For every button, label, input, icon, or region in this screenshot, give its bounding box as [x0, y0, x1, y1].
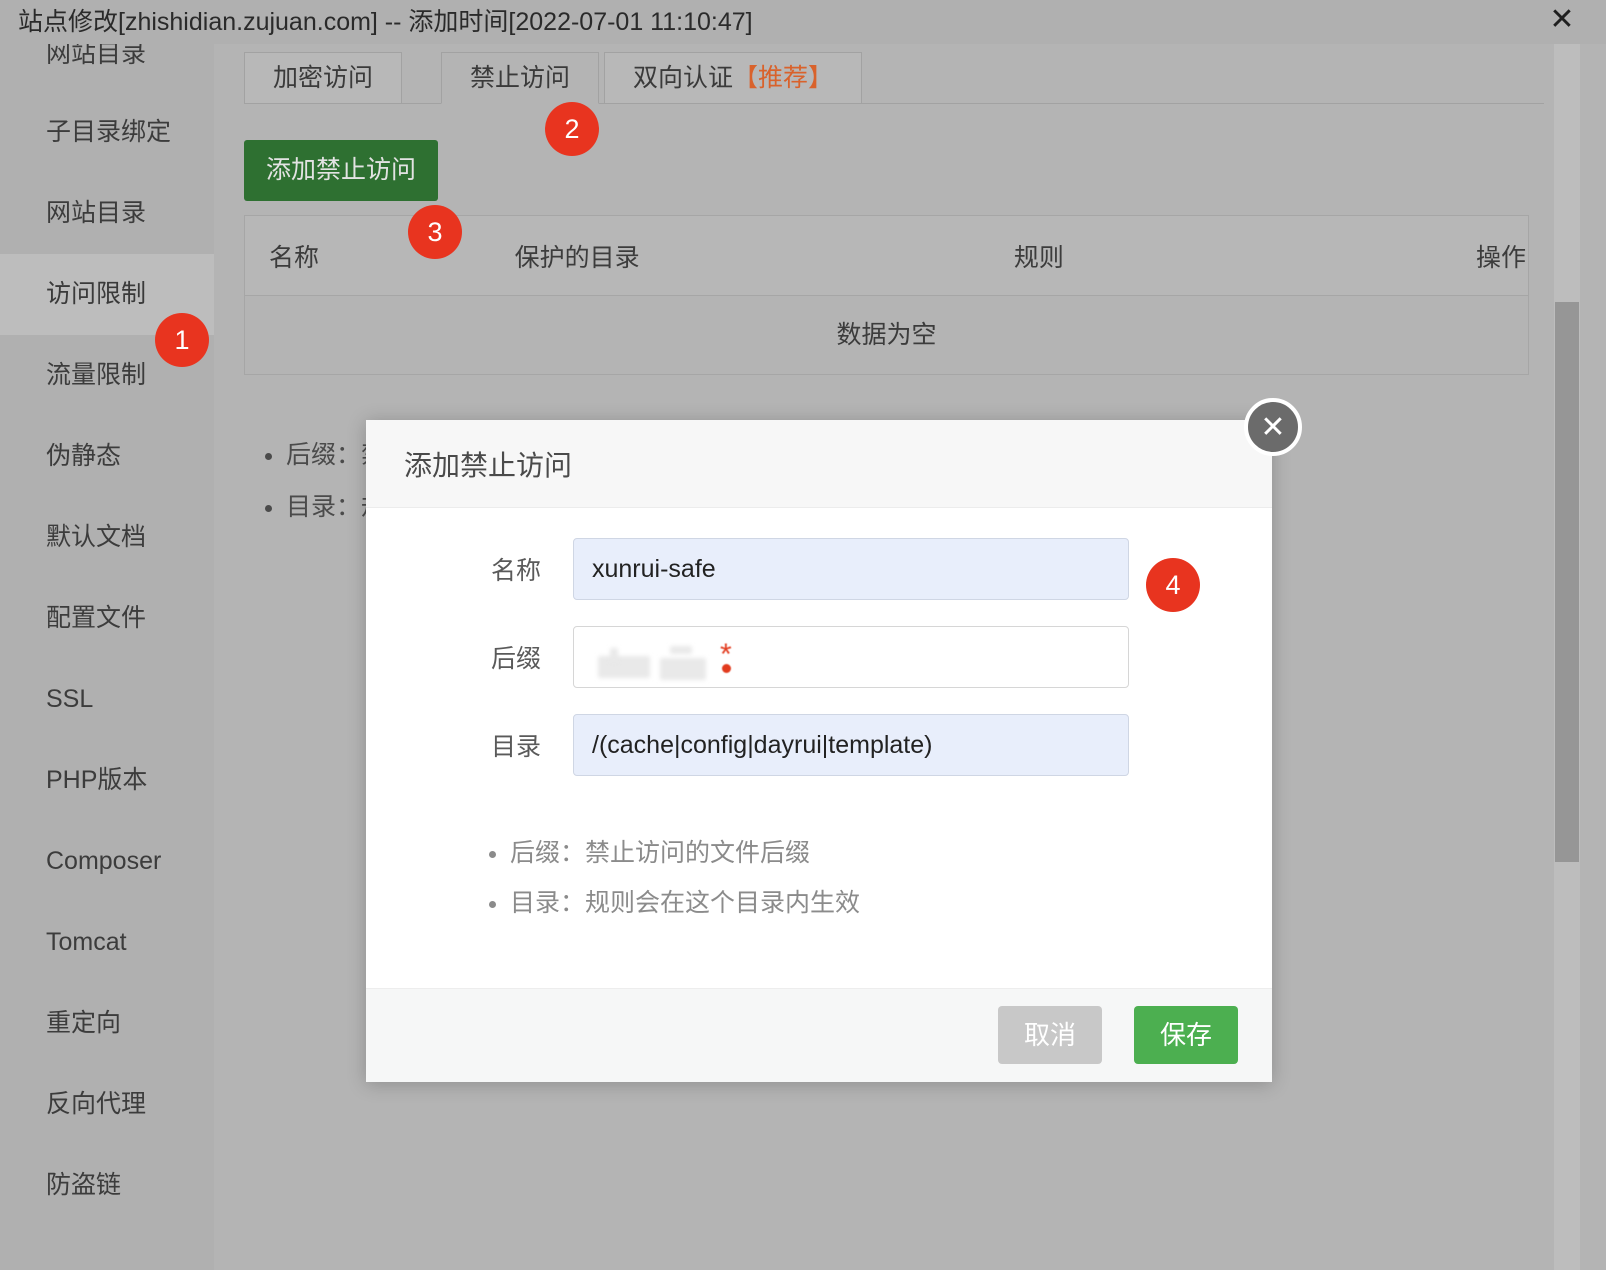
sidebar-item-label: Tomcat [46, 928, 127, 956]
sidebar-item-label: 网站目录 [46, 44, 147, 68]
sidebar-item-label: 访问限制 [46, 280, 147, 308]
save-button[interactable]: 保存 [1133, 1006, 1238, 1064]
sidebar-item-reverse-proxy[interactable]: 反向代理 [0, 1064, 214, 1145]
field-directory-label: 目录 [490, 733, 541, 761]
tab-bar: 加密访问 禁止访问 双向认证【推荐】 [244, 52, 1544, 104]
table-empty-message: 数据为空 [245, 296, 1528, 375]
sidebar-item-label: 伪静态 [46, 442, 122, 470]
dialog-hint-item: 后缀：禁止访问的文件后缀 [510, 828, 1272, 878]
sidebar-item-label: PHP版本 [46, 766, 148, 794]
window-title-bar: 站点修改[zhishidian.zujuan.com] -- 添加时间[2022… [0, 0, 1606, 44]
sidebar-item-label: SSL [46, 685, 94, 713]
cancel-button[interactable]: 取消 [997, 1006, 1102, 1064]
annotation-badge-3: 3 [408, 205, 462, 259]
vertical-scrollbar-thumb[interactable] [1555, 302, 1579, 862]
field-directory-row: 目录 [366, 714, 1272, 776]
sidebar-item-default-doc[interactable]: 默认文档 [0, 497, 214, 578]
sidebar-item-label: 反向代理 [46, 1090, 147, 1118]
sidebar-item-label: 子目录绑定 [46, 118, 172, 146]
dialog-hint-item: 目录：规则会在这个目录内生效 [510, 878, 1272, 928]
sidebar: 网站目录 子目录绑定 网站目录 访问限制 流量限制 伪静态 默认文档 配置文件 … [0, 44, 214, 1270]
tab-mutual-auth[interactable]: 双向认证【推荐】 [604, 52, 863, 104]
tab-encrypted-access[interactable]: 加密访问 [244, 52, 403, 104]
field-name-row: 名称 [366, 538, 1272, 600]
annotation-badge-1: 1 [155, 313, 209, 367]
suffix-input[interactable] [573, 626, 1129, 688]
dialog-close-icon[interactable]: ✕ [1244, 398, 1302, 456]
sidebar-item-rewrite[interactable]: 伪静态 [0, 416, 214, 497]
field-suffix-label: 后缀 [490, 645, 541, 673]
page-body: 网站目录 子目录绑定 网站目录 访问限制 流量限制 伪静态 默认文档 配置文件 … [0, 44, 1606, 1270]
table-header-name: 名称 [269, 243, 320, 272]
dialog-hint-list: 后缀：禁止访问的文件后缀 目录：规则会在这个目录内生效 [484, 828, 1272, 928]
dialog-footer: 取消 保存 [366, 988, 1272, 1082]
sidebar-item-ssl[interactable]: SSL [0, 659, 214, 740]
vertical-scrollbar-track[interactable] [1554, 44, 1580, 1270]
name-input[interactable] [573, 538, 1129, 600]
sidebar-item-label: 重定向 [46, 1009, 122, 1037]
tab-label: 禁止访问 [470, 64, 571, 92]
close-icon[interactable]: ✕ [1540, 0, 1584, 44]
table-header-protected-dir: 保护的目录 [514, 243, 640, 272]
sidebar-item-label: 防盗链 [46, 1171, 122, 1199]
tab-label: 双向认证 [633, 64, 734, 92]
dialog-body: 名称 后缀 * 目录 后缀：禁止访问的文件后缀 目录：规则会在这个目录 [366, 508, 1272, 988]
sidebar-item-label: 流量限制 [46, 361, 147, 389]
field-name-label: 名称 [490, 557, 541, 585]
sidebar-item-subdir-bind[interactable]: 子目录绑定 [0, 92, 214, 173]
sidebar-item-site-dir[interactable]: 网站目录 [0, 173, 214, 254]
sidebar-item-composer[interactable]: Composer [0, 821, 214, 902]
annotation-badge-4: 4 [1146, 558, 1200, 612]
sidebar-item-redirect[interactable]: 重定向 [0, 983, 214, 1064]
sidebar-item-label: Composer [46, 847, 162, 875]
sidebar-item-config-file[interactable]: 配置文件 [0, 578, 214, 659]
dialog-title: 添加禁止访问 [404, 450, 573, 481]
tab-label: 加密访问 [273, 64, 374, 92]
add-deny-access-dialog: 添加禁止访问 ✕ 名称 后缀 * 目录 [366, 398, 1302, 1082]
sidebar-item-hotlink[interactable]: 防盗链 [0, 1145, 214, 1226]
tab-deny-access[interactable]: 禁止访问 [441, 52, 600, 104]
sidebar-item-tomcat[interactable]: Tomcat [0, 902, 214, 983]
sidebar-item-label: 默认文档 [46, 523, 147, 551]
window-title: 站点修改[zhishidian.zujuan.com] -- 添加时间[2022… [18, 8, 753, 36]
sidebar-item-php-version[interactable]: PHP版本 [0, 740, 214, 821]
field-suffix-row: 后缀 * [366, 626, 1272, 688]
sidebar-item-0[interactable]: 网站目录 [0, 44, 214, 92]
sidebar-item-label: 网站目录 [46, 199, 147, 227]
sidebar-item-label: 配置文件 [46, 604, 147, 632]
table-header-rule: 规则 [1013, 243, 1064, 272]
add-deny-access-button[interactable]: 添加禁止访问 [244, 140, 439, 201]
table-header-action: 操作 [1475, 243, 1526, 272]
annotation-badge-2: 2 [545, 102, 599, 156]
tab-recommend-badge: 【推荐】 [733, 64, 834, 92]
directory-input[interactable] [573, 714, 1129, 776]
